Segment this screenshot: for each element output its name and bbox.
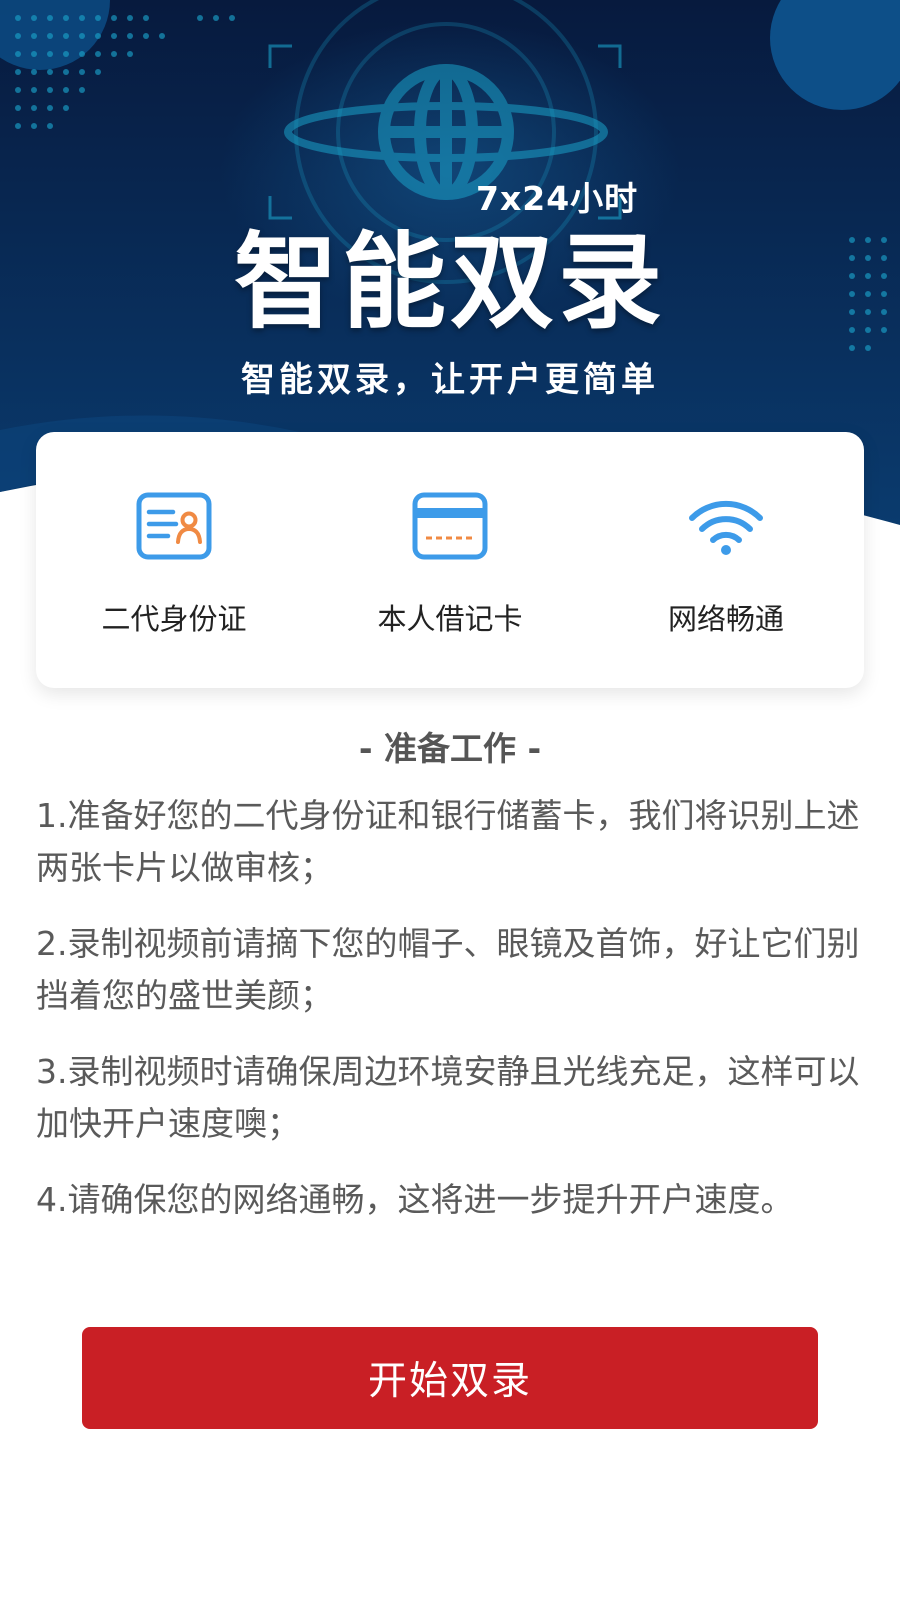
preparation-item: 1.准备好您的二代身份证和银行储蓄卡，我们将识别上述两张卡片以做审核； xyxy=(36,796,860,887)
preparation-item: 2.录制视频前请摘下您的帽子、眼镜及首饰，好让它们别挡着您的盛世美颜； xyxy=(36,924,860,1015)
preparation-list: 1.准备好您的二代身份证和银行储蓄卡，我们将识别上述两张卡片以做审核； 2.录制… xyxy=(36,790,866,1250)
wifi-icon xyxy=(688,492,764,560)
banner-title: 智能双录 xyxy=(233,221,666,343)
id-card-icon xyxy=(136,492,212,560)
preparation-title: - 准备工作 - xyxy=(358,729,542,768)
banner-tagline: 7x24小时 xyxy=(476,179,639,218)
banner-subtitle: 智能双录，让开户更简单 xyxy=(241,360,659,400)
requirement-label-bank-card: 本人借记卡 xyxy=(377,602,523,636)
requirement-label-id-card: 二代身份证 xyxy=(101,602,247,636)
requirements-card: 二代身份证 本人借记卡 网络畅通 xyxy=(36,432,864,688)
preparation-item: 3.录制视频时请确保周边环境安静且光线充足，这样可以加快开户速度噢； xyxy=(36,1052,860,1143)
bank-card-icon xyxy=(412,492,488,560)
requirement-label-network: 网络畅通 xyxy=(667,602,784,636)
preparation-item: 4.请确保您的网络通畅，这将进一步提升开户速度。 xyxy=(36,1180,794,1219)
requirement-id-card: 二代身份证 xyxy=(36,432,312,688)
requirement-network: 网络畅通 xyxy=(588,432,864,688)
requirement-bank-card: 本人借记卡 xyxy=(312,432,588,688)
start-recording-button[interactable]: 开始双录 xyxy=(82,1327,818,1429)
